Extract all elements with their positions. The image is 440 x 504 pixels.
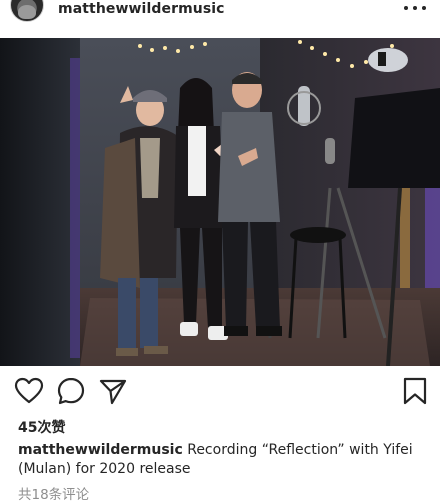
comment-bubble-icon[interactable]	[56, 376, 86, 406]
post-header: matthewwildermusic	[0, 0, 440, 22]
avatar[interactable]	[10, 0, 44, 22]
post-photo[interactable]	[0, 38, 440, 366]
caption-username[interactable]: matthewwildermusic	[18, 442, 183, 458]
more-options-icon[interactable]	[404, 3, 426, 13]
like-count[interactable]: 45次赞	[18, 417, 65, 437]
post-caption: matthewwildermusic Recording “Reflection…	[18, 441, 428, 479]
paper-plane-icon[interactable]	[98, 376, 128, 406]
post-username[interactable]: matthewwildermusic	[58, 1, 225, 17]
photo-illustration	[0, 38, 440, 366]
post-actions	[0, 376, 440, 408]
view-comments-link[interactable]: 共18条评论	[18, 483, 89, 503]
heart-icon[interactable]	[14, 376, 44, 406]
bookmark-icon[interactable]	[400, 376, 430, 406]
